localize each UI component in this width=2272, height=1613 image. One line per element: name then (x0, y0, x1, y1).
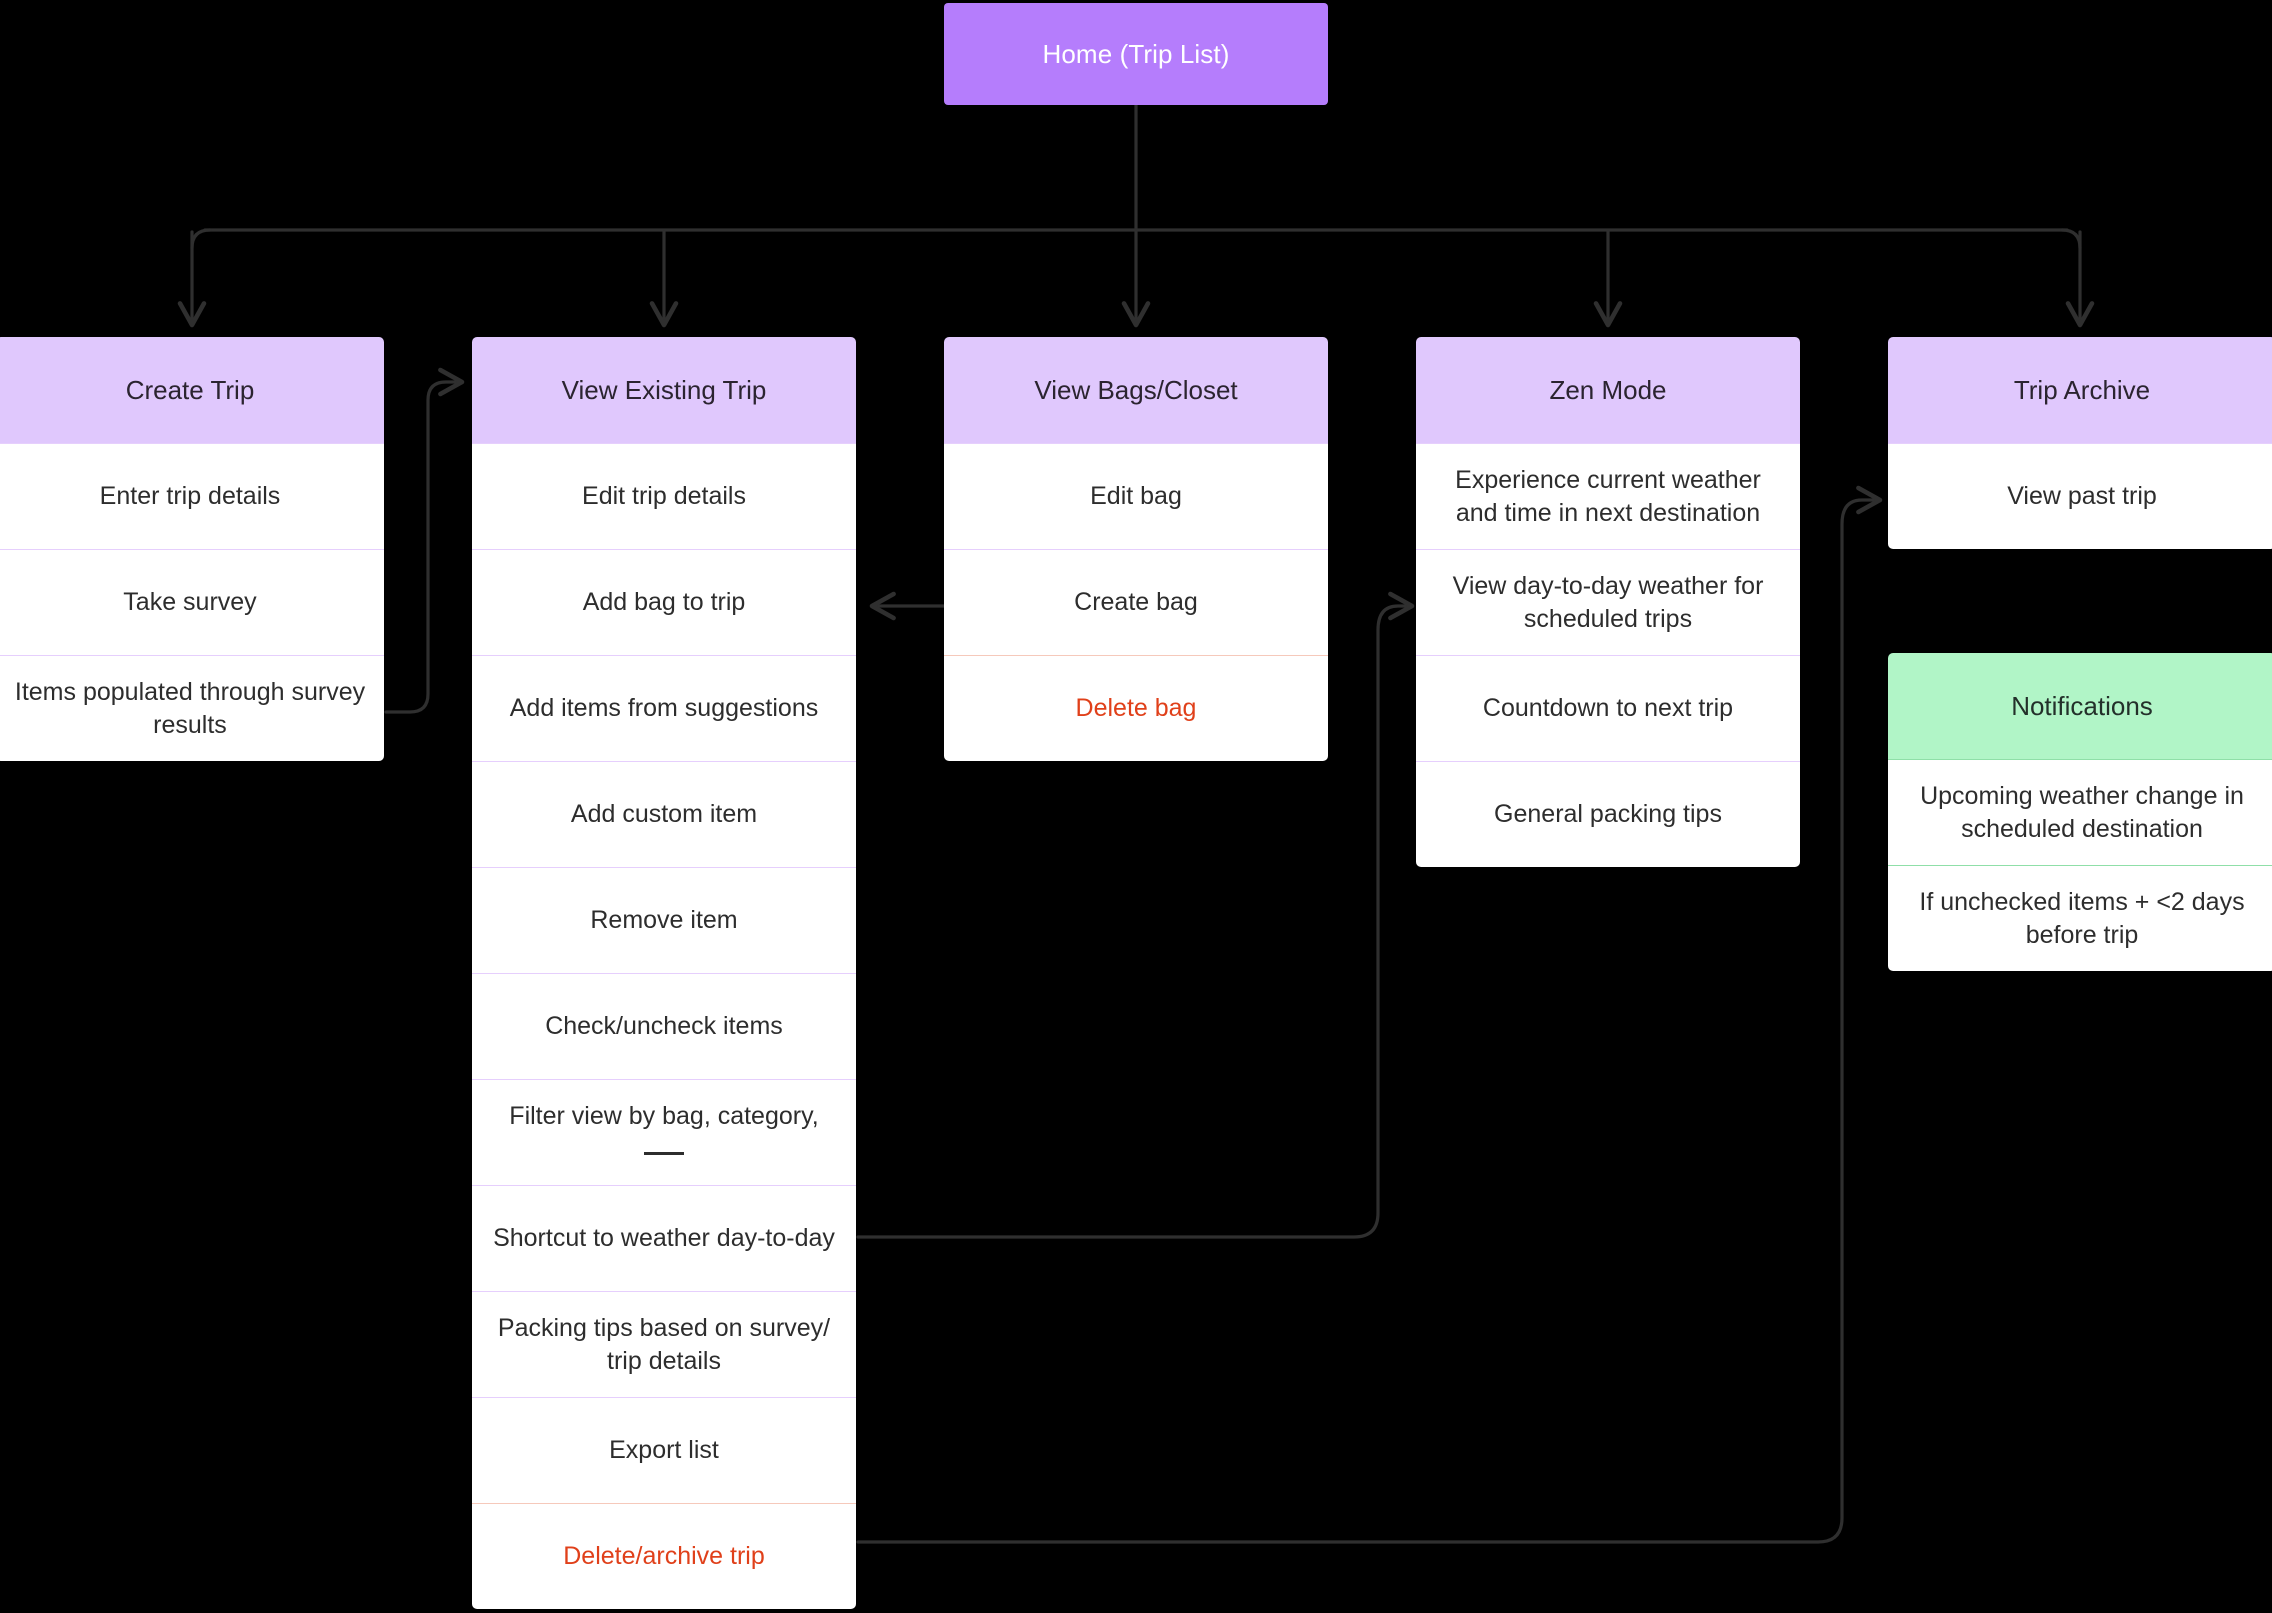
group-trip-archive-header-label: Trip Archive (2013, 374, 2151, 405)
flowchart-canvas: Home (Trip List) Create Trip Enter trip … (0, 0, 2272, 1613)
group-zen-mode: Zen Mode Experience current weather and … (1416, 337, 1800, 867)
row-take-survey-label: Take survey (123, 588, 257, 616)
edge-survey-results-to-view-existing-trip (384, 367, 465, 714)
row-add-custom-item-label: Add custom item (570, 800, 758, 828)
row-add-items-from-suggestions[interactable]: Add items from suggestions (472, 655, 856, 761)
row-view-day-to-day-weather[interactable]: View day-to-day weather for scheduled tr… (1416, 549, 1800, 655)
group-create-trip-header[interactable]: Create Trip (0, 337, 384, 443)
row-enter-trip-details-label: Enter trip details (99, 482, 281, 510)
row-countdown-to-next-trip[interactable]: Countdown to next trip (1416, 655, 1800, 761)
blank-field-placeholder (644, 1151, 684, 1155)
row-view-past-trip[interactable]: View past trip (1888, 443, 2272, 549)
group-view-bags-closet-header-label: View Bags/Closet (1034, 374, 1238, 405)
group-view-bags-closet: View Bags/Closet Edit bag Create bag Del… (944, 337, 1328, 761)
row-edit-bag-label: Edit bag (1090, 482, 1182, 510)
row-general-packing-tips[interactable]: General packing tips (1416, 761, 1800, 867)
row-export-list-label: Export list (609, 1436, 719, 1464)
group-view-existing-trip: View Existing Trip Edit trip details Add… (472, 337, 856, 1609)
row-export-list[interactable]: Export list (472, 1397, 856, 1503)
row-add-bag-to-trip[interactable]: Add bag to trip (472, 549, 856, 655)
row-delete-bag[interactable]: Delete bag (944, 655, 1328, 761)
group-notifications-header[interactable]: Notifications (1888, 653, 2272, 759)
group-trip-archive: Trip Archive View past trip (1888, 337, 2272, 549)
row-shortcut-to-weather-label: Shortcut to weather day-to-day (493, 1224, 835, 1252)
row-upcoming-weather-change[interactable]: Upcoming weather change in scheduled des… (1888, 759, 2272, 865)
group-view-bags-closet-header[interactable]: View Bags/Closet (944, 337, 1328, 443)
edge-bus-right-corner (2060, 228, 2082, 250)
row-unchecked-items-label: If unchecked items + <2 days before trip (1919, 887, 2245, 949)
row-view-day-to-day-weather-label: View day-to-day weather for scheduled tr… (1452, 571, 1764, 633)
group-create-trip: Create Trip Enter trip details Take surv… (0, 337, 384, 761)
row-create-bag-label: Create bag (1074, 588, 1198, 616)
row-countdown-to-next-trip-label: Countdown to next trip (1482, 694, 1734, 722)
row-delete-archive-trip-label: Delete/archive trip (563, 1542, 765, 1570)
group-zen-mode-header-label: Zen Mode (1549, 374, 1667, 405)
row-packing-tips-label: Packing tips based on survey/ trip detai… (497, 1313, 831, 1375)
row-edit-bag[interactable]: Edit bag (944, 443, 1328, 549)
row-packing-tips-based-on-survey[interactable]: Packing tips based on survey/ trip detai… (472, 1291, 856, 1397)
row-experience-current-weather[interactable]: Experience current weather and time in n… (1416, 443, 1800, 549)
row-enter-trip-details[interactable]: Enter trip details (0, 443, 384, 549)
row-edit-trip-details[interactable]: Edit trip details (472, 443, 856, 549)
row-delete-archive-trip[interactable]: Delete/archive trip (472, 1503, 856, 1609)
group-view-existing-trip-header-label: View Existing Trip (561, 374, 767, 405)
row-edit-trip-details-label: Edit trip details (582, 482, 746, 510)
group-trip-archive-header[interactable]: Trip Archive (1888, 337, 2272, 443)
group-notifications: Notifications Upcoming weather change in… (1888, 653, 2272, 971)
node-home-trip-list[interactable]: Home (Trip List) (944, 3, 1328, 105)
row-remove-item-label: Remove item (590, 906, 738, 934)
row-take-survey[interactable]: Take survey (0, 549, 384, 655)
row-delete-bag-label: Delete bag (1075, 694, 1197, 722)
node-home-trip-list-label: Home (Trip List) (1042, 38, 1230, 69)
row-general-packing-tips-label: General packing tips (1494, 800, 1722, 828)
row-unchecked-items-before-trip[interactable]: If unchecked items + <2 days before trip (1888, 865, 2272, 971)
row-view-past-trip-label: View past trip (2007, 482, 2157, 510)
group-notifications-header-label: Notifications (2011, 690, 2153, 721)
row-shortcut-to-weather-day-to-day[interactable]: Shortcut to weather day-to-day (472, 1185, 856, 1291)
edge-bus-left-corner (190, 228, 212, 250)
row-filter-view[interactable]: Filter view by bag, category, (472, 1079, 856, 1185)
group-create-trip-header-label: Create Trip (125, 374, 255, 405)
row-items-populated-label: Items populated through survey results (14, 677, 366, 739)
row-experience-current-weather-label: Experience current weather and time in n… (1455, 465, 1761, 527)
row-add-items-from-suggestions-label: Add items from suggestions (509, 694, 819, 722)
row-check-uncheck-items[interactable]: Check/uncheck items (472, 973, 856, 1079)
row-check-uncheck-items-label: Check/uncheck items (545, 1012, 783, 1040)
row-remove-item[interactable]: Remove item (472, 867, 856, 973)
group-zen-mode-header[interactable]: Zen Mode (1416, 337, 1800, 443)
row-create-bag[interactable]: Create bag (944, 549, 1328, 655)
row-upcoming-weather-change-label: Upcoming weather change in scheduled des… (1920, 781, 2244, 843)
group-view-existing-trip-header[interactable]: View Existing Trip (472, 337, 856, 443)
row-filter-view-label: Filter view by bag, category, (488, 1100, 840, 1166)
row-add-bag-to-trip-label: Add bag to trip (582, 588, 746, 616)
row-add-custom-item[interactable]: Add custom item (472, 761, 856, 867)
row-items-populated-through-survey-results[interactable]: Items populated through survey results (0, 655, 384, 761)
